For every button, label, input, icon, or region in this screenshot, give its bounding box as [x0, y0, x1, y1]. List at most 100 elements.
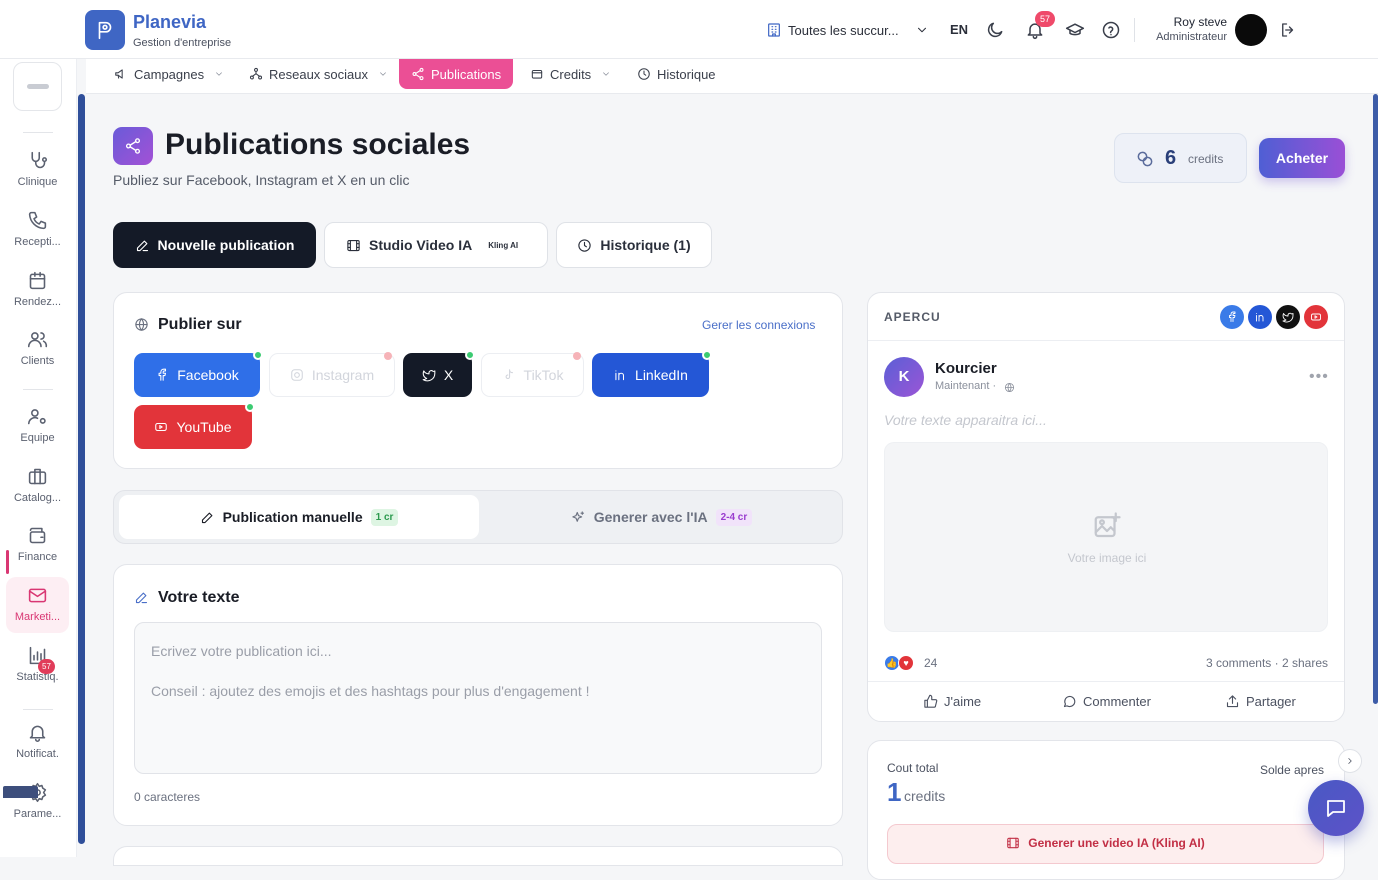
action-label: Commenter	[1083, 693, 1151, 709]
tab-history[interactable]: Historique (1)	[556, 222, 712, 268]
option-label: Publication manuelle	[222, 509, 363, 525]
share-icon	[411, 67, 425, 81]
wallet-icon	[530, 67, 544, 81]
generate-video-button[interactable]: Generer une video IA (Kling AI)	[887, 824, 1324, 864]
moon-icon[interactable]	[985, 20, 1005, 40]
chevron-right-icon[interactable]	[1338, 749, 1362, 773]
upload-icon	[1225, 694, 1240, 709]
subnav-publications[interactable]: Publications	[399, 59, 514, 89]
image-plus-icon	[1092, 511, 1122, 541]
clock-icon	[637, 67, 651, 81]
sidebar-item-rendez-vous[interactable]: Rendez...	[6, 262, 69, 318]
sidebar-item-catalogue[interactable]: Catalog...	[6, 458, 69, 514]
sidebar-item-reception[interactable]: Recepti...	[6, 202, 69, 258]
building-icon	[766, 22, 782, 38]
film-icon	[346, 238, 361, 253]
subnav-campagnes[interactable]: Campagnes	[114, 59, 224, 89]
comment-icon	[1062, 694, 1077, 709]
thumbs-up-icon	[923, 694, 938, 709]
network-label: YouTube	[176, 419, 232, 435]
calendar-icon	[27, 270, 48, 291]
sidebar-item-clients[interactable]: Clients	[6, 321, 69, 377]
youtube-icon	[154, 420, 168, 434]
manage-connections-link[interactable]: Gerer les connexions	[702, 318, 815, 332]
share-button[interactable]: Partager	[1225, 692, 1296, 710]
credits-value: 6	[1165, 147, 1177, 169]
share-icon	[113, 127, 153, 165]
manual-publication-option[interactable]: Publication manuelle 1 cr	[119, 495, 479, 539]
character-count: 0 caracteres	[134, 790, 201, 804]
more-options-icon[interactable]: •••	[1309, 368, 1329, 386]
sidebar-item-parametres[interactable]: Parame...	[6, 774, 69, 830]
network-label: LinkedIn	[635, 367, 688, 383]
image-placeholder-label: Votre image ici	[1067, 551, 1147, 565]
disconnected-indicator	[573, 352, 581, 360]
coins-icon	[1135, 149, 1155, 169]
chat-icon[interactable]	[1308, 780, 1364, 836]
network-facebook-button[interactable]: Facebook	[134, 350, 263, 397]
generate-ai-option[interactable]: Generer avec l'IA 2-4 cr	[484, 495, 839, 539]
reaction-count: 24	[924, 656, 938, 670]
like-button[interactable]: J'aime	[923, 692, 981, 710]
sub-navigation: Campagnes Reseaux sociaux Publications C…	[86, 59, 1378, 94]
notification-badge: 57	[38, 659, 55, 674]
facebook-icon[interactable]	[1220, 305, 1244, 329]
chevron-down-icon	[915, 23, 929, 37]
logout-icon[interactable]	[1279, 21, 1297, 39]
comment-button[interactable]: Commenter	[1062, 692, 1151, 710]
briefcase-icon	[27, 466, 48, 487]
network-x-button[interactable]: X	[403, 350, 475, 397]
preview-account-name: Kourcier	[935, 360, 997, 377]
sidebar-item-label: Marketi...	[14, 611, 61, 623]
subnav-credits[interactable]: Credits	[530, 59, 611, 89]
network-tiktok-button[interactable]: TikTok	[481, 352, 584, 397]
sidebar-item-marketing[interactable]: Marketi...	[6, 577, 69, 633]
sidebar-item-label: Statistiq.	[16, 671, 59, 683]
sparkles-icon	[571, 510, 586, 525]
heart-reaction-icon: ♥	[898, 655, 914, 671]
app-logo-icon[interactable]	[85, 10, 125, 50]
avatar[interactable]	[1235, 14, 1267, 46]
chevron-down-icon	[601, 69, 611, 79]
network-linkedin-button[interactable]: LinkedIn	[592, 350, 712, 397]
subnav-historique[interactable]: Historique	[637, 59, 716, 89]
facebook-icon	[155, 368, 169, 382]
buy-credits-button[interactable]: Acheter	[1259, 138, 1345, 178]
subnav-label: Reseaux sociaux	[269, 66, 368, 82]
tab-label: Studio Video IA	[369, 237, 473, 253]
youtube-icon[interactable]	[1304, 305, 1328, 329]
tab-studio-video[interactable]: Studio Video IA Kling AI	[324, 222, 548, 268]
content-frame-left	[78, 94, 85, 844]
sidebar-item-finance[interactable]: Finance	[6, 517, 69, 573]
subnav-label: Publications	[431, 66, 502, 82]
disconnected-indicator	[384, 352, 392, 360]
sidebar-item-label: Notificat.	[16, 748, 59, 760]
sidebar-item-equipe[interactable]: Equipe	[6, 398, 69, 454]
sidebar-item-notifications[interactable]: Notificat.	[6, 714, 69, 770]
sidebar-item-clinique[interactable]: Clinique	[6, 142, 69, 198]
graduation-cap-icon[interactable]	[1065, 20, 1085, 40]
network-youtube-button[interactable]: YouTube	[134, 402, 255, 449]
divider	[868, 340, 1344, 341]
twitter-icon[interactable]	[1276, 305, 1300, 329]
tab-new-publication[interactable]: Nouvelle publication	[113, 222, 316, 268]
sidebar-active-indicator	[6, 550, 9, 574]
tiktok-icon	[502, 368, 516, 382]
publication-text-input[interactable]: Ecrivez votre publication ici... Conseil…	[134, 622, 822, 774]
network-instagram-button[interactable]: Instagram	[269, 352, 395, 397]
branch-label: Toutes les succur...	[788, 22, 899, 38]
linkedin-icon[interactable]	[1248, 305, 1272, 329]
publish-on-title: Publier sur	[158, 316, 242, 333]
pencil-icon	[134, 590, 149, 605]
branch-selector[interactable]: Toutes les succur...	[766, 20, 929, 40]
subnav-reseaux-sociaux[interactable]: Reseaux sociaux	[249, 59, 388, 89]
user-name: Roy steve	[1173, 15, 1227, 29]
language-toggle[interactable]: EN	[950, 22, 968, 37]
clinic-logo[interactable]	[13, 62, 62, 111]
scrollbar[interactable]	[1373, 94, 1378, 704]
chevron-down-icon	[378, 69, 388, 79]
twitter-icon	[422, 368, 436, 382]
user-cog-icon	[27, 406, 48, 427]
balance-after-label: Solde apres	[1259, 763, 1324, 777]
top-header: Planevia Gestion d'entreprise Toutes les…	[0, 0, 1378, 59]
